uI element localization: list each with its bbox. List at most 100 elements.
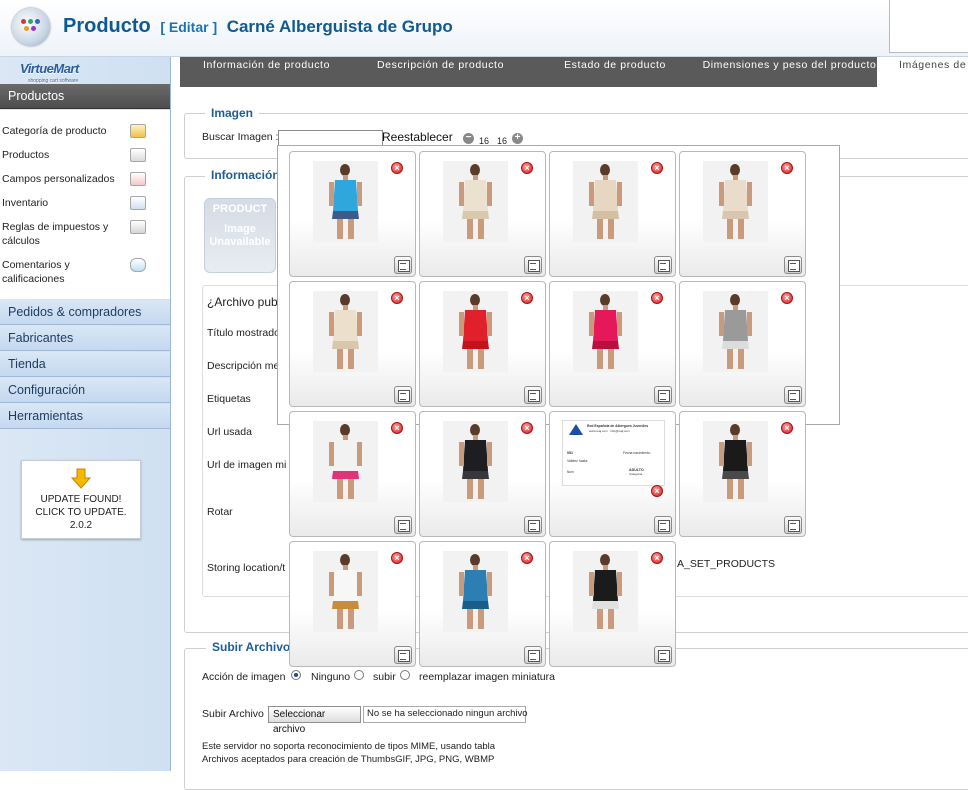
edit-image-icon[interactable] (654, 646, 672, 664)
tab-dimensiones[interactable]: Dimensiones y peso del producto (702, 57, 877, 87)
product-thumbnail[interactable] (703, 421, 768, 502)
field-publicado: ¿Archivo publ (207, 295, 281, 309)
product-thumbnail[interactable] (443, 551, 508, 632)
product-thumbnail[interactable] (443, 161, 508, 242)
chart-icon (130, 196, 146, 210)
page-title-text: Producto (63, 15, 151, 37)
delete-icon[interactable]: × (391, 292, 403, 304)
choose-file-button[interactable]: Seleccionar archivo (268, 706, 361, 735)
menu-pedidos[interactable]: Pedidos & compradores (0, 300, 170, 325)
edit-image-icon[interactable] (784, 256, 802, 274)
informacion-legend: Información (205, 168, 286, 182)
tab-informacion[interactable]: Información de producto (180, 57, 353, 87)
model-figure (329, 294, 362, 369)
product-thumbnail[interactable]: Red Española de Albergues Juveniles www.r… (562, 420, 665, 486)
edit-image-icon[interactable] (784, 386, 802, 404)
product-thumbnail[interactable] (703, 161, 768, 242)
edit-image-icon[interactable] (524, 646, 542, 664)
gallery-image-tile[interactable]: × (419, 281, 546, 407)
product-thumbnail[interactable] (573, 161, 638, 242)
gallery-image-tile[interactable]: × (419, 541, 546, 667)
card-graphic: Red Española de Albergues Juvenileswww.r… (567, 424, 651, 476)
product-thumbnail[interactable] (443, 421, 508, 502)
delete-icon[interactable]: × (781, 292, 793, 304)
delete-icon[interactable]: × (521, 422, 533, 434)
gallery-image-tile[interactable]: × (289, 541, 416, 667)
delete-icon[interactable]: × (391, 422, 403, 434)
gallery-image-tile[interactable]: × (289, 411, 416, 537)
menu-herramientas[interactable]: Herramientas (0, 404, 170, 429)
submenu-item-comentarios[interactable]: Comentarios y calificaciones (2, 258, 112, 286)
previous-page-icon[interactable]: − (463, 133, 474, 144)
gallery-image-tile[interactable]: × (679, 411, 806, 537)
product-thumbnail[interactable] (313, 161, 378, 242)
gallery-image-tile[interactable]: × (419, 151, 546, 277)
submenu-item-impuestos[interactable]: Reglas de impuestos y cálculos (2, 220, 122, 248)
gallery-image-tile[interactable]: × (549, 151, 676, 277)
delete-icon[interactable]: × (391, 162, 403, 174)
search-image-input[interactable] (278, 130, 383, 146)
radio-subir[interactable] (354, 670, 364, 680)
edit-image-icon[interactable] (394, 646, 412, 664)
gallery-image-tile[interactable]: × (549, 281, 676, 407)
product-thumbnail[interactable] (313, 291, 378, 372)
gallery-image-tile[interactable]: × (679, 281, 806, 407)
edit-image-icon[interactable] (654, 386, 672, 404)
product-thumbnail[interactable] (313, 421, 378, 502)
tab-descripcion[interactable]: Descripción de producto (353, 57, 528, 87)
update-button[interactable]: UPDATE FOUND! CLICK TO UPDATE. 2.0.2 (21, 460, 141, 539)
edit-image-icon[interactable] (524, 386, 542, 404)
radio-reemplazar[interactable] (400, 670, 410, 680)
gallery-image-tile[interactable]: × (289, 151, 416, 277)
delete-icon[interactable]: × (651, 162, 663, 174)
mime-note: Este servidor no soporta reconocimiento … (202, 741, 496, 752)
edit-image-icon[interactable] (654, 256, 672, 274)
edit-image-icon[interactable] (394, 516, 412, 534)
product-thumbnail[interactable] (573, 291, 638, 372)
menu-configuracion[interactable]: Configuración (0, 378, 170, 403)
edit-image-icon[interactable] (654, 516, 672, 534)
edit-image-icon[interactable] (524, 256, 542, 274)
sidebar: VirtueMart shopping cart software Produc… (0, 57, 171, 771)
menu-fabricantes[interactable]: Fabricantes (0, 326, 170, 351)
product-thumbnail[interactable] (703, 291, 768, 372)
edit-image-icon[interactable] (524, 516, 542, 534)
delete-icon[interactable]: × (521, 162, 533, 174)
radio-subir-label: subir (373, 671, 396, 683)
delete-icon[interactable]: × (651, 485, 663, 497)
joomla-logo[interactable] (12, 8, 50, 46)
delete-icon[interactable]: × (391, 552, 403, 564)
menu-productos[interactable]: Productos (0, 84, 170, 109)
product-thumbnail[interactable] (443, 291, 508, 372)
menu-tienda[interactable]: Tienda (0, 352, 170, 377)
product-thumbnail[interactable] (573, 551, 638, 632)
model-figure (329, 424, 362, 499)
tab-estado[interactable]: Estado de producto (528, 57, 702, 87)
card-title-text: Red Española de Albergues Juveniles (587, 424, 648, 428)
no-file-text: No se ha seleccionado ningun archivo (367, 708, 528, 719)
next-page-icon[interactable]: + (512, 133, 523, 144)
edit-image-icon[interactable] (784, 516, 802, 534)
gallery-image-tile[interactable]: × (419, 411, 546, 537)
radio-ninguno[interactable] (291, 670, 301, 680)
edit-image-icon[interactable] (394, 256, 412, 274)
gallery-image-tile[interactable]: × (549, 541, 676, 667)
delete-icon[interactable]: × (781, 162, 793, 174)
gallery-image-tile[interactable]: × (679, 151, 806, 277)
productos-submenu: Categoría de producto Productos Campos p… (0, 110, 170, 299)
edit-image-icon[interactable] (394, 386, 412, 404)
gallery-image-tile[interactable]: Red Española de Albergues Juveniles www.r… (549, 411, 676, 537)
update-line2: CLICK TO UPDATE. (35, 507, 127, 518)
model-figure (589, 294, 622, 369)
gallery-image-tile[interactable]: × (289, 281, 416, 407)
delete-icon[interactable]: × (651, 292, 663, 304)
delete-icon[interactable]: × (781, 422, 793, 434)
product-thumbnail[interactable] (313, 551, 378, 632)
virtuemart-logo[interactable]: VirtueMart shopping cart software (20, 61, 116, 85)
tab-imagenes[interactable]: Imágenes de (877, 57, 968, 87)
delete-icon[interactable]: × (651, 552, 663, 564)
delete-icon[interactable]: × (521, 292, 533, 304)
radio-ninguno-label: Ninguno (311, 671, 351, 683)
delete-icon[interactable]: × (521, 552, 533, 564)
header-bar: Producto [ Editar ] Carné Alberguista de… (0, 0, 968, 57)
